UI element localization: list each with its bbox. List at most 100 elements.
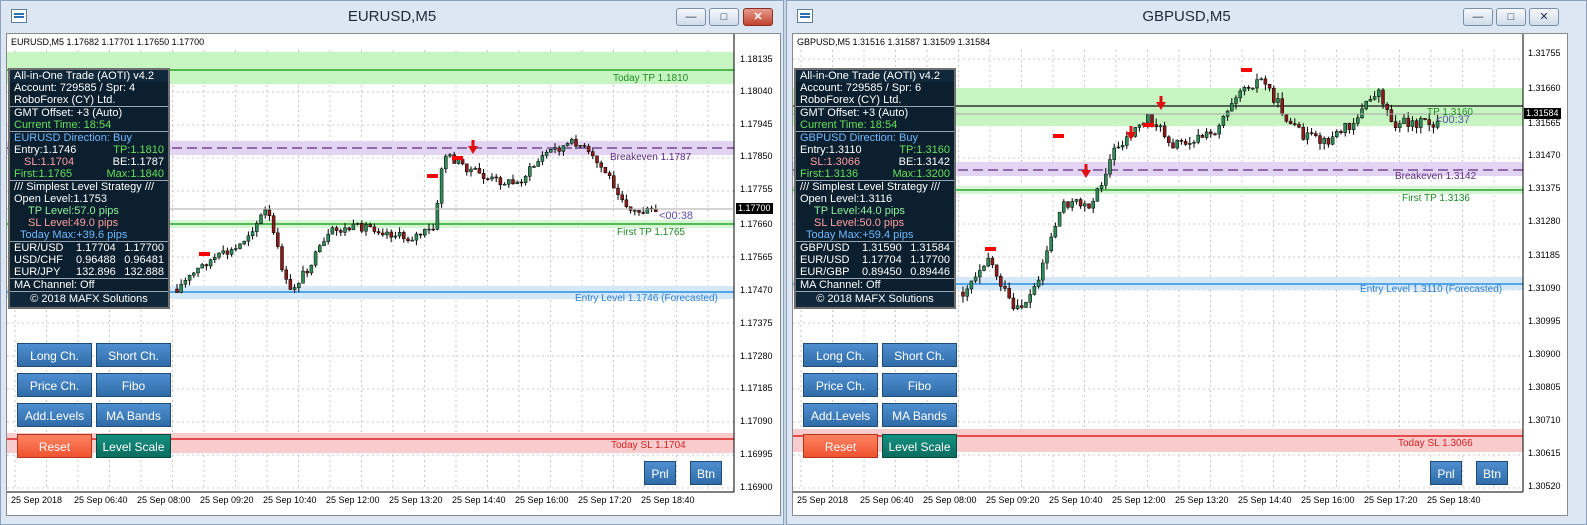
candle-body xyxy=(246,235,251,242)
candle-body xyxy=(1204,131,1209,138)
quote-row: USD/CHF 0.96488 0.96481 xyxy=(14,254,164,266)
reset-button[interactable]: Reset xyxy=(803,434,878,458)
gmt-offset: GMT Offset: +3 (Auto) xyxy=(10,106,168,119)
pnl-button[interactable]: Pnl xyxy=(644,461,676,485)
candle-body xyxy=(1032,286,1037,295)
time-tick: 25 Sep 06:40 xyxy=(860,495,914,505)
btn-button[interactable]: Btn xyxy=(690,461,722,485)
candle-body xyxy=(1372,96,1377,100)
ma-bands-button[interactable]: MA Bands xyxy=(96,403,171,427)
candle-body xyxy=(1309,132,1314,134)
pnl-button[interactable]: Pnl xyxy=(1430,461,1462,485)
price-tick: 1.31375 xyxy=(1528,183,1561,193)
candle-body xyxy=(1099,185,1104,189)
candle-body xyxy=(1179,140,1184,142)
signal-marker xyxy=(452,156,463,160)
signal-marker xyxy=(1241,68,1252,72)
sl-value: SL:1.1704 xyxy=(24,156,75,168)
candle-body xyxy=(1318,135,1322,144)
candle-body xyxy=(242,240,246,245)
time-tick: 25 Sep 14:40 xyxy=(452,495,506,505)
price-tick: 1.17185 xyxy=(740,383,773,393)
candle-body xyxy=(507,179,511,185)
candle-body xyxy=(1314,133,1318,136)
btn-button[interactable]: Btn xyxy=(1476,461,1508,485)
candle-body xyxy=(423,228,427,236)
candle-body xyxy=(1393,121,1398,128)
close-button[interactable]: ✕ xyxy=(743,8,773,26)
candle-body xyxy=(561,145,566,152)
candle-body xyxy=(1024,301,1028,308)
candle-body xyxy=(582,145,587,147)
minimize-button[interactable]: — xyxy=(676,8,706,26)
short-channel-button[interactable]: Short Ch. xyxy=(96,343,171,367)
candle-body xyxy=(431,228,435,231)
fibo-button[interactable]: Fibo xyxy=(96,373,171,397)
level-scale-button[interactable]: Level Scale xyxy=(882,434,957,458)
candle-body xyxy=(301,270,305,284)
reset-button[interactable]: Reset xyxy=(17,434,92,458)
time-tick: 25 Sep 12:00 xyxy=(326,495,380,505)
candle-body xyxy=(1188,142,1192,145)
add-levels-button[interactable]: Add.Levels xyxy=(803,403,878,427)
minimize-button[interactable]: — xyxy=(1463,8,1493,26)
copyright: © 2018 MAFX Solutions xyxy=(10,291,168,307)
fibo-button[interactable]: Fibo xyxy=(882,373,957,397)
candle-body xyxy=(1297,124,1301,128)
candle-body xyxy=(1053,225,1058,238)
tp-value: TP:1.1810 xyxy=(113,144,164,156)
chart-window-eurusd[interactable]: EURUSD,M5 — □ ✕ EURUSD,M5 1.17682 1.1770… xyxy=(0,0,784,525)
long-channel-button[interactable]: Long Ch. xyxy=(17,343,92,367)
quote-row: GBP/USD 1.31590 1.31584 xyxy=(796,241,954,254)
close-button[interactable]: ✕ xyxy=(1529,8,1559,26)
candle-body xyxy=(1108,159,1112,175)
candle-body xyxy=(637,210,641,213)
candle-body xyxy=(1007,288,1011,299)
max-value: Max:1.1840 xyxy=(106,168,164,180)
price-chart[interactable]: EURUSD,M5 1.17682 1.17701 1.17650 1.1770… xyxy=(6,33,781,516)
candle-body xyxy=(1104,173,1108,186)
chart-window-gbpusd[interactable]: GBPUSD,M5 — □ ✕ GBPUSD,M5 1.31516 1.3158… xyxy=(786,0,1587,525)
candle-body xyxy=(292,287,297,290)
title-bar[interactable]: GBPUSD,M5 — □ ✕ xyxy=(787,1,1586,33)
add-levels-button[interactable]: Add.Levels xyxy=(17,403,92,427)
max-value: Max:1.3200 xyxy=(892,168,950,180)
breakeven-label: Breakeven 1.1787 xyxy=(610,152,692,163)
entry-value: Entry:1.3110 xyxy=(800,144,862,156)
bar-countdown: <00:38 xyxy=(659,210,693,222)
price-chart[interactable]: GBPUSD,M5 1.31516 1.31587 1.31509 1.3158… xyxy=(792,33,1568,516)
candle-body xyxy=(192,272,196,276)
candle-body xyxy=(1078,199,1083,207)
candle-body xyxy=(217,252,221,258)
candle-body xyxy=(990,257,995,266)
strategy-title: /// Simplest Level Strategy /// xyxy=(796,180,954,193)
sl-level: SL Level:49.0 pips xyxy=(28,217,119,229)
short-channel-button[interactable]: Short Ch. xyxy=(882,343,957,367)
price-tick: 1.17850 xyxy=(740,151,773,161)
aoti-info-panel: All-in-One Trade (AOTI) v4.2 Account: 72… xyxy=(794,68,956,309)
level-scale-button[interactable]: Level Scale xyxy=(96,434,171,458)
candle-body xyxy=(448,154,452,157)
candle-body xyxy=(490,176,494,180)
price-channel-button[interactable]: Price Ch. xyxy=(803,373,878,397)
candle-body xyxy=(435,202,440,230)
candle-body xyxy=(250,231,255,236)
candle-body xyxy=(633,210,637,212)
long-channel-button[interactable]: Long Ch. xyxy=(803,343,878,367)
candle-body xyxy=(494,176,498,179)
ma-bands-button[interactable]: MA Bands xyxy=(882,403,957,427)
candle-body xyxy=(595,155,599,164)
candle-body xyxy=(334,227,339,231)
candle-body xyxy=(1242,87,1247,92)
maximize-button[interactable]: □ xyxy=(709,8,739,26)
title-bar[interactable]: EURUSD,M5 — □ ✕ xyxy=(1,1,783,33)
candle-body xyxy=(1255,79,1259,89)
time-tick: 25 Sep 06:40 xyxy=(74,495,128,505)
price-channel-button[interactable]: Price Ch. xyxy=(17,373,92,397)
candle-body xyxy=(427,228,431,231)
candle-body xyxy=(1171,142,1175,149)
candle-body xyxy=(414,233,419,241)
time-tick: 25 Sep 2018 xyxy=(11,495,63,505)
maximize-button[interactable]: □ xyxy=(1496,8,1526,26)
candle-body xyxy=(1398,123,1402,128)
